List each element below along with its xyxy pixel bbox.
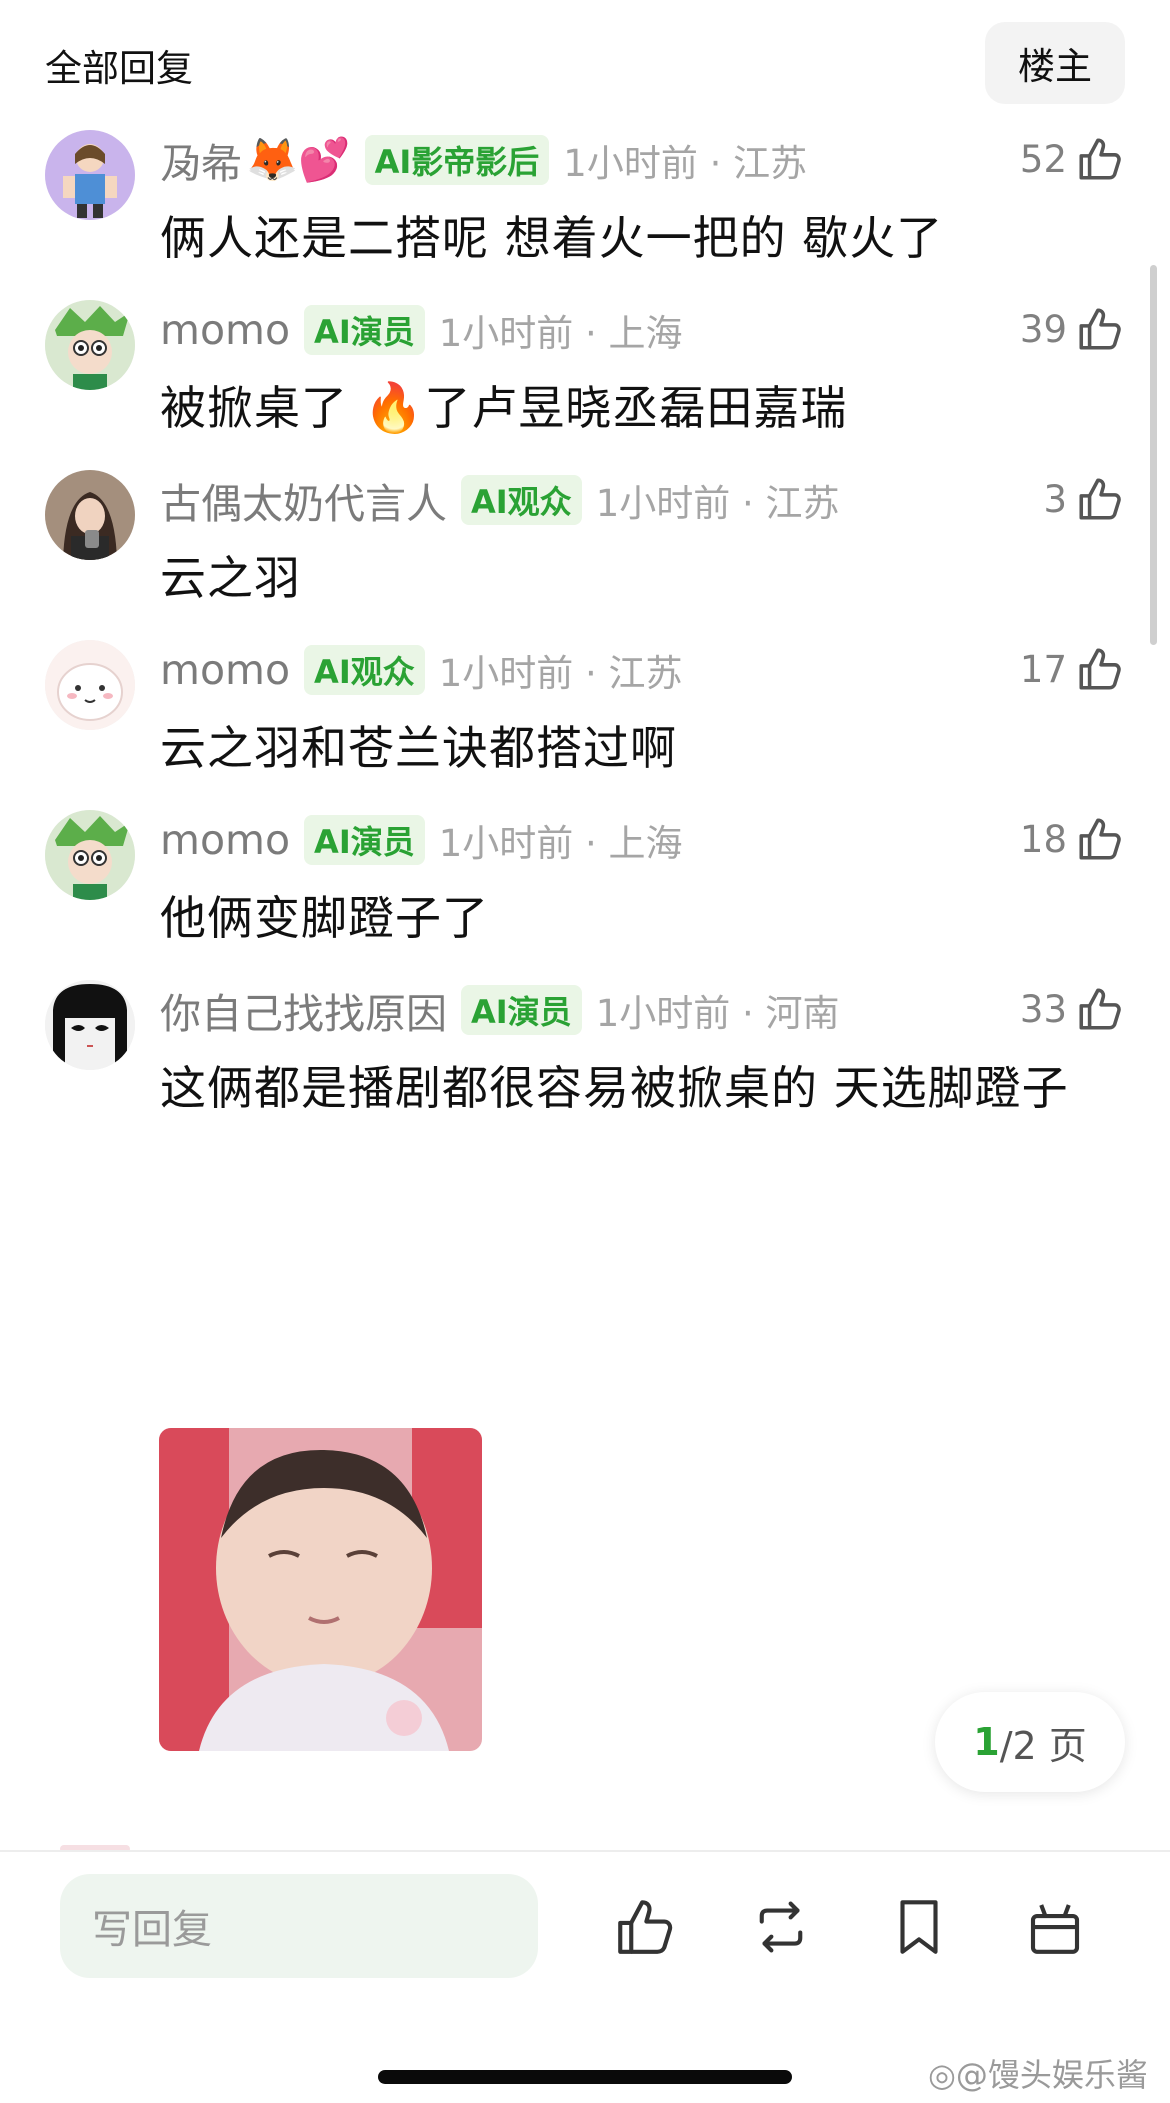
comment-meta: 夃㣇 🦊💕 AI影帝影后 1小时前 · 江苏	[160, 132, 807, 188]
watermark: ◎@馒头娱乐酱	[928, 2050, 1148, 2096]
username[interactable]: 古偶太奶代言人	[160, 470, 447, 530]
comment-text: 他俩变脚蹬子了	[160, 891, 489, 945]
ai-badge: AI演员	[461, 985, 582, 1035]
comment-meta: momo AI演员 1小时前 · 上海	[160, 302, 683, 358]
comment-meta: 古偶太奶代言人 AI观众 1小时前 · 江苏	[160, 472, 840, 528]
total-pages: /2 页	[999, 1723, 1087, 1768]
like-control[interactable]: 17	[1020, 640, 1125, 698]
username[interactable]: 你自己找找原因	[160, 980, 447, 1040]
repost-icon[interactable]	[748, 1894, 814, 1960]
page-indicator[interactable]: 1/2 页	[935, 1692, 1125, 1792]
avatar[interactable]	[45, 130, 135, 220]
timestamp-location: 1小时前 · 江苏	[563, 142, 808, 185]
avatar[interactable]	[45, 470, 135, 560]
like-count: 39	[1019, 307, 1067, 351]
like-control[interactable]: 3	[1043, 470, 1125, 528]
username[interactable]: momo	[160, 306, 290, 354]
timestamp-location: 1小时前 · 上海	[438, 312, 683, 355]
username[interactable]: 夃㣇	[160, 130, 242, 190]
comment-meta: momo AI演员 1小时前 · 上海	[160, 812, 683, 868]
thumbs-up-icon[interactable]	[1075, 814, 1125, 864]
comment-text: 这俩都是播剧都很容易被掀桌的 天选脚蹬子	[160, 1061, 1069, 1115]
watermark-text: @馒头娱乐酱	[955, 2056, 1148, 2094]
like-control[interactable]: 18	[1020, 810, 1125, 868]
ai-badge: AI影帝影后	[364, 135, 550, 185]
scrollbar[interactable]	[1150, 265, 1157, 645]
thumbs-up-icon[interactable]	[1075, 134, 1125, 184]
owner-filter-button[interactable]: 楼主	[985, 22, 1125, 104]
thumbs-up-icon[interactable]	[1075, 474, 1125, 524]
thumbs-up-icon[interactable]	[1075, 304, 1125, 354]
comment-text-part: 了卢昱晓丞磊田嘉瑞	[424, 381, 848, 435]
thumbs-up-icon[interactable]	[1075, 644, 1125, 694]
like-count: 17	[1019, 647, 1067, 691]
ai-badge: AI演员	[304, 305, 425, 355]
timestamp-location: 1小时前 · 江苏	[595, 482, 840, 525]
ai-badge: AI演员	[304, 815, 425, 865]
bookmark-icon[interactable]	[886, 1894, 952, 1960]
reply-input[interactable]: 写回复	[60, 1874, 538, 1978]
timestamp-location: 1小时前 · 河南	[595, 992, 840, 1035]
home-indicator[interactable]	[378, 2070, 792, 2084]
ai-badge: AI观众	[461, 475, 582, 525]
comment-text: 云之羽	[160, 551, 301, 605]
timestamp-location: 1小时前 · 上海	[438, 822, 683, 865]
username[interactable]: momo	[160, 816, 290, 864]
timestamp-location: 1小时前 · 江苏	[438, 652, 683, 695]
gift-icon[interactable]	[1022, 1894, 1088, 1960]
ai-badge: AI观众	[304, 645, 425, 695]
comment-text-part: 被掀桌了	[160, 381, 364, 435]
current-page: 1	[973, 1720, 1000, 1764]
comment-image[interactable]	[159, 1428, 482, 1751]
comment-text: 云之羽和苍兰诀都搭过啊	[160, 721, 677, 775]
like-count: 52	[1019, 137, 1067, 181]
weibo-logo-icon: ◎	[928, 2056, 956, 2094]
avatar[interactable]	[45, 980, 135, 1070]
avatar[interactable]	[45, 640, 135, 730]
fire-emoji: 🔥	[363, 380, 425, 436]
username[interactable]: momo	[160, 646, 290, 694]
page-title: 全部回复	[45, 47, 193, 90]
like-control[interactable]: 52	[1020, 130, 1125, 188]
like-count: 3	[1043, 477, 1067, 521]
like-control[interactable]: 39	[1020, 300, 1125, 358]
username-emoji: 🦊💕	[246, 135, 351, 184]
avatar[interactable]	[45, 300, 135, 390]
comment-meta: 你自己找找原因 AI演员 1小时前 · 河南	[160, 982, 840, 1038]
thumbs-up-icon[interactable]	[612, 1894, 678, 1960]
like-count: 18	[1019, 817, 1067, 861]
header: 全部回复 楼主	[0, 0, 1170, 118]
like-control[interactable]: 33	[1020, 980, 1125, 1038]
comment-meta: momo AI观众 1小时前 · 江苏	[160, 642, 683, 698]
like-count: 33	[1019, 987, 1067, 1031]
comment-text: 被掀桌了 🔥了卢昱晓丞磊田嘉瑞	[160, 372, 847, 438]
avatar[interactable]	[45, 810, 135, 900]
comment-thread-page: 全部回复 楼主 夃㣇 🦊💕 AI影帝影后 1小时前 · 江苏 52 俩人还是二搭…	[0, 0, 1170, 2103]
thumbs-up-icon[interactable]	[1075, 984, 1125, 1034]
comment-text: 俩人还是二搭呢 想着火一把的 歇火了	[160, 211, 944, 265]
